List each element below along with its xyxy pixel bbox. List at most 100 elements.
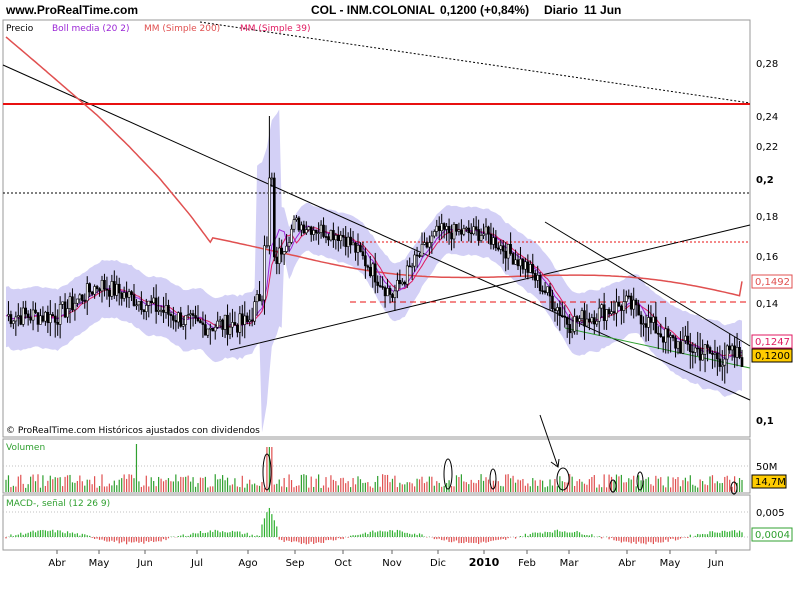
- volume-bar: [601, 487, 603, 492]
- candle-body: [479, 235, 483, 241]
- candle-body: [85, 283, 89, 302]
- macd-bar: [320, 537, 322, 543]
- volume-bar: [185, 476, 187, 492]
- candle-body: [329, 230, 333, 241]
- candle-body: [570, 330, 574, 334]
- candle-body: [551, 295, 554, 310]
- candle-body: [418, 255, 421, 257]
- macd-bar: [470, 537, 472, 543]
- candle-body: [430, 235, 434, 243]
- candle-body: [659, 333, 663, 337]
- candle-body: [681, 340, 685, 354]
- macd-bar: [441, 537, 443, 541]
- volume-bar: [177, 481, 179, 492]
- candle-body: [568, 324, 571, 334]
- volume-bar: [391, 478, 394, 492]
- macd-bar: [453, 537, 455, 542]
- candle-body: [371, 263, 375, 277]
- candle-body: [120, 292, 123, 299]
- candle-body: [44, 311, 47, 322]
- candle-body: [258, 294, 261, 302]
- volume-bar: [576, 481, 578, 492]
- volume-bar: [544, 487, 546, 492]
- candle-body: [265, 245, 269, 248]
- candle-body: [317, 232, 320, 234]
- macd-bar: [699, 534, 701, 537]
- volume-bar: [150, 477, 152, 492]
- candle-body: [561, 315, 564, 317]
- volume-bar: [734, 476, 736, 492]
- macd-bar: [468, 537, 470, 543]
- macd-bar: [335, 537, 337, 541]
- candle-body: [270, 177, 274, 180]
- candle-body: [467, 227, 471, 234]
- candle-body: [723, 358, 727, 366]
- macd-bar: [160, 537, 162, 542]
- candle-body: [53, 315, 57, 323]
- macd-bar: [98, 537, 101, 540]
- macd-bar: [583, 534, 586, 537]
- macd-bar: [354, 535, 357, 537]
- macd-bar: [539, 532, 541, 537]
- macd-bar: [337, 537, 339, 539]
- volume-bar: [372, 487, 374, 492]
- volume-bar: [652, 485, 654, 492]
- candle-body: [71, 296, 74, 311]
- candle-body: [492, 237, 495, 245]
- macd-bar: [79, 535, 81, 537]
- last-price-badge-value: 0,1200: [755, 351, 790, 362]
- volume-bar: [460, 474, 462, 492]
- macd-bar: [153, 537, 155, 543]
- candle-body: [344, 236, 347, 247]
- macd-bar: [581, 534, 583, 537]
- candle-body: [307, 226, 311, 231]
- candle-body: [556, 307, 559, 311]
- volume-bar: [684, 477, 686, 492]
- macd-bar: [322, 537, 325, 543]
- macd-bar: [182, 534, 184, 537]
- volume-bar: [192, 477, 194, 492]
- candle-body: [209, 327, 212, 330]
- macd-bar: [12, 536, 14, 537]
- volume-bar: [187, 475, 189, 492]
- macd-bar: [443, 537, 445, 541]
- candle-body: [526, 261, 530, 273]
- volume-badge-value: 14,7M: [755, 477, 786, 488]
- macd-bar: [39, 530, 42, 537]
- volume-bar: [59, 477, 61, 492]
- volume-bar: [116, 485, 118, 492]
- volume-bar: [145, 475, 147, 492]
- candle-body: [191, 313, 195, 316]
- time-axis-label: Jun: [136, 558, 153, 569]
- price-tick: 0,16: [756, 252, 778, 263]
- candle-body: [142, 309, 146, 313]
- macd-bar: [495, 537, 497, 541]
- volume-bar: [229, 485, 231, 492]
- volume-bar: [465, 482, 467, 492]
- macd-bar: [226, 532, 229, 537]
- volume-bar: [593, 475, 595, 492]
- volume-bar: [389, 482, 391, 492]
- volume-bar: [335, 481, 337, 492]
- volume-bar: [662, 485, 664, 492]
- macd-bar: [625, 537, 627, 542]
- candle-body: [177, 312, 180, 323]
- macd-bar: [290, 537, 293, 543]
- volume-bar: [94, 476, 96, 492]
- candle-body: [172, 315, 175, 321]
- macd-bar: [239, 531, 241, 537]
- macd-bar: [564, 531, 566, 537]
- macd-title: MACD-, señal (12 26 9): [6, 499, 110, 509]
- volume-bar: [441, 486, 443, 492]
- candle-body: [671, 335, 675, 339]
- macd-bar: [57, 530, 59, 537]
- macd-bar: [505, 537, 507, 540]
- macd-bar: [519, 535, 522, 537]
- candle-body: [332, 230, 335, 241]
- volume-bar: [421, 476, 423, 492]
- macd-bar: [372, 530, 374, 537]
- volume-bar: [406, 482, 408, 492]
- volume-bar: [500, 485, 502, 492]
- volume-bar: [135, 444, 138, 492]
- macd-bar: [542, 533, 544, 537]
